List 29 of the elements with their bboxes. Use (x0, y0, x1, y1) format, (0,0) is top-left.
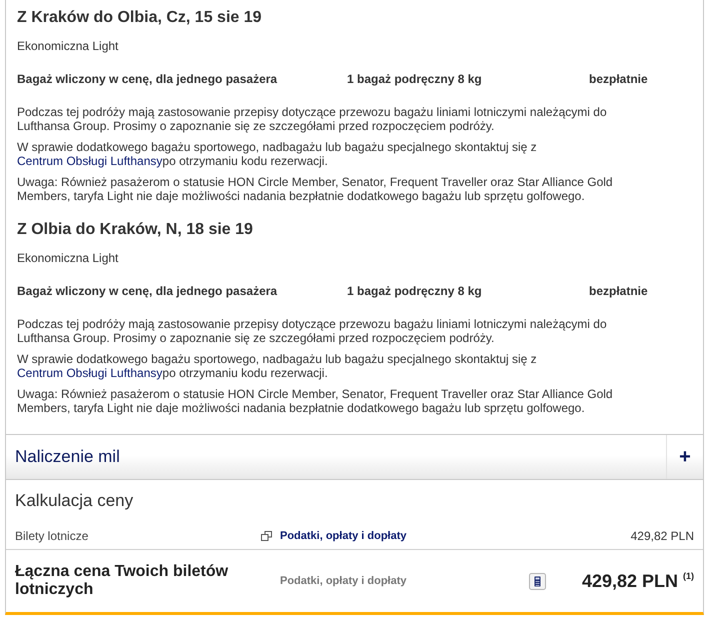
fare-class: Ekonomiczna Light (17, 38, 120, 54)
baggage-price: bezpłatnie (589, 283, 648, 299)
calculator-icon[interactable] (529, 572, 546, 590)
section-title: Naliczenie mil (14, 447, 121, 467)
service-center-link[interactable]: Centrum Obsługi Lufthansy (17, 154, 162, 168)
service-center-link[interactable]: Centrum Obsługi Lufthansy (17, 366, 162, 380)
baggage-note: Podczas tej podróży mają zastosowanie przepisy dotyczące przewozu bagażu liniami lotniczymi należącymi do Lufthansa Group. Prosimy o zapoznanie się ze szczegółami przed rozpoczęciem podróży. (17, 105, 608, 133)
baggage-note: Podczas tej podróży mają zastosowanie przepisy dotyczące przewozu bagażu liniami lotniczymi należącymi do Lufthansa Group. Prosimy o zapoznanie się ze szczegółami przed rozpoczęciem podróży. (17, 317, 608, 345)
total-label: Łączna cena Twoich biletów lotniczych (15, 563, 230, 599)
price-label: Bilety lotnicze (15, 528, 90, 544)
baggage-price: bezpłatnie (589, 71, 648, 87)
expand-button[interactable]: + (677, 447, 693, 467)
baggage-note: W sprawie dodatkowego bagażu sportowego, nadbagażu lub bagażu specjalnego skontaktuj się z Centrum Obsługi Lufthansypo otrzymaniu kodu rezerwacji. (17, 352, 538, 380)
price-amount: 429,82 PLN (630, 528, 694, 544)
fare-class: Ekonomiczna Light (17, 250, 120, 266)
taxes-note: Podatki, opłaty i dopłaty (280, 574, 408, 588)
baggage-item: 1 bagaż podręczny 8 kg (347, 71, 482, 87)
baggage-note: Uwaga: Również pasażerom o statusie HON Circle Member, Senator, Frequent Traveller oraz Star Alliance Gold Members, taryfa Light nie daje możliwości nadania bezpłatnie dodatkowego bagażu lub sprzętu golfowego. (17, 387, 614, 415)
section-title: Kalkulacja ceny (15, 491, 134, 511)
taxes-link[interactable]: Podatki, opłaty i dopłaty (280, 529, 407, 543)
baggage-label: Bagaż wliczony w cenę, dla jednego pasażera (17, 283, 278, 299)
baggage-note: W sprawie dodatkowego bagażu sportowego, nadbagażu lub bagażu specjalnego skontaktuj się z Centrum Obsługi Lufthansypo otrzymaniu kodu rezerwacji. (17, 140, 538, 168)
segment-title: Z Olbia do Kraków, N, 18 sie 19 (17, 220, 254, 240)
baggage-label: Bagaż wliczony w cenę, dla jednego pasażera (17, 71, 278, 87)
segment-title: Z Kraków do Olbia, Cz, 15 sie 19 (17, 8, 263, 28)
copy-icon (261, 531, 272, 541)
baggage-note: Uwaga: Również pasażerom o statusie HON Circle Member, Senator, Frequent Traveller oraz Star Alliance Gold Members, taryfa Light nie daje możliwości nadania bezpłatnie dodatkowego bagażu lub sprzętu golfowego. (17, 175, 614, 203)
baggage-item: 1 bagaż podręczny 8 kg (347, 283, 482, 299)
total-amount: 429,82 PLN $^{(1)}$ (582, 570, 694, 592)
